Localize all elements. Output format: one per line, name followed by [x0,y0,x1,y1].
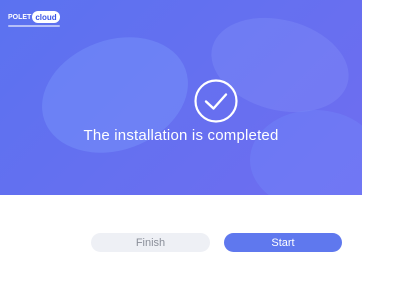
logo-tagline [8,25,60,27]
decorative-blob [250,110,362,195]
brand-logo: POLET cloud [8,10,60,24]
installer-window: POLET cloud The installation is complete… [0,0,414,302]
finish-button[interactable]: Finish [91,233,210,252]
logo-cloud-badge: cloud [32,11,60,23]
logo-word: POLET [8,13,32,21]
completion-message: The installation is completed [83,127,279,144]
logo-cloud-text: cloud [35,12,57,22]
decorative-blob [25,17,205,173]
start-button[interactable]: Start [224,233,342,252]
completion-banner: POLET cloud The installation is complete… [0,0,362,195]
check-circle-icon [194,79,238,123]
